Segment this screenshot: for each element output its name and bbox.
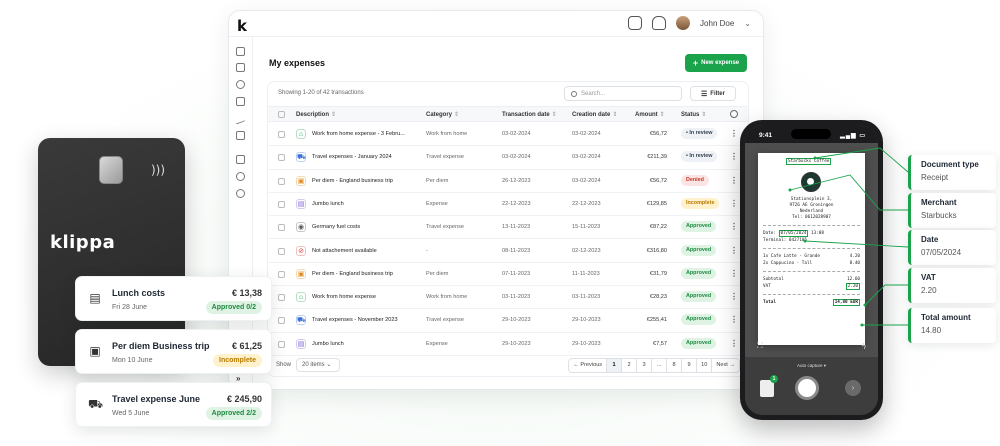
extracted-field-value: 2.20 <box>921 286 937 295</box>
leader-merchant <box>789 174 908 211</box>
extracted-field: VAT 2.20 <box>908 268 996 303</box>
extracted-field-title: Total amount <box>921 313 971 322</box>
leader-date <box>804 240 909 248</box>
extracted-field: Date 07/05/2024 <box>908 230 996 265</box>
extracted-field-value: Receipt <box>921 173 949 182</box>
leader-document-type <box>814 147 909 173</box>
extraction-leader-lines <box>788 147 909 327</box>
extracted-field-value: 07/05/2024 <box>921 248 962 257</box>
extracted-field-title: Document type <box>921 160 979 169</box>
extracted-field-title: VAT <box>921 273 936 282</box>
stage: k John Doe ⌄ My expenses + New expense S… <box>0 0 1000 446</box>
extracted-field: Document type Receipt <box>908 155 996 190</box>
leader-dot <box>863 303 867 307</box>
extracted-field: Merchant Starbucks <box>908 193 996 228</box>
leader-dot <box>788 188 792 192</box>
leader-dot <box>860 323 864 327</box>
extracted-field-title: Merchant <box>921 198 957 207</box>
extracted-field: Total amount 14.80 <box>908 308 996 343</box>
leader-vat <box>864 284 908 306</box>
leader-dot <box>813 156 817 160</box>
extracted-field-title: Date <box>921 235 939 244</box>
leader-dot <box>803 239 807 243</box>
extracted-field-value: 14.80 <box>921 326 942 335</box>
extracted-field-value: Starbucks <box>921 211 957 220</box>
